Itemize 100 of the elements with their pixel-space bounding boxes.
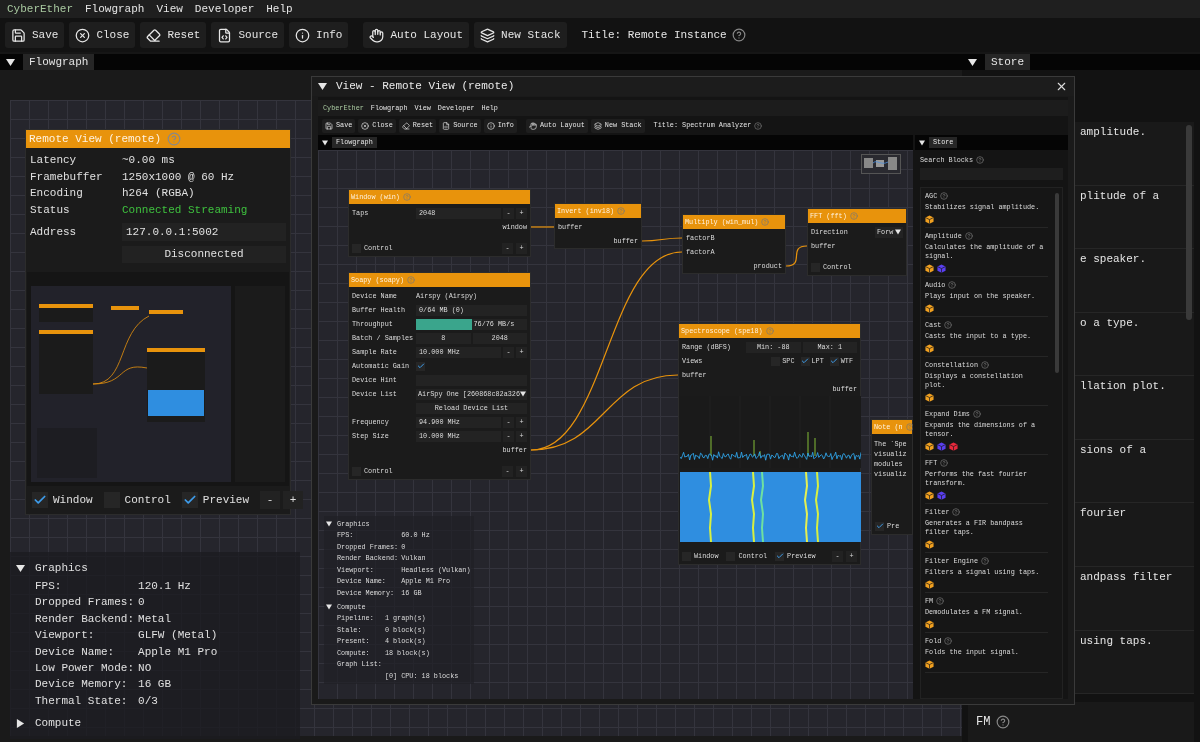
close-icon[interactable] <box>1055 80 1068 93</box>
help-icon[interactable] <box>940 192 949 200</box>
field-label: Encoding <box>30 186 84 201</box>
menu-item[interactable]: CyberEther <box>7 0 73 18</box>
block-description: andpass filter <box>1080 570 1173 586</box>
help-icon[interactable] <box>996 715 1011 730</box>
connection-wire <box>641 237 683 242</box>
collapse-triangle-icon[interactable] <box>6 57 15 67</box>
help-icon[interactable] <box>948 281 957 289</box>
collapse-triangle-icon[interactable] <box>318 82 327 91</box>
disconnect-button[interactable]: Disconnected <box>122 245 286 263</box>
stat-value: Apple M1 Pro <box>138 644 219 660</box>
section-title[interactable]: Compute <box>35 715 82 732</box>
info-icon <box>295 27 311 43</box>
panel-tab[interactable]: Flowgraph <box>23 53 95 71</box>
toolbar-button[interactable]: Source <box>211 22 285 48</box>
help-icon[interactable] <box>731 28 746 42</box>
checkbox[interactable] <box>775 551 785 561</box>
collapse-triangle-icon[interactable] <box>322 139 328 146</box>
block-description: e speaker. <box>1080 252 1146 268</box>
toolbar-button[interactable]: Reset <box>140 22 207 48</box>
connection-wire <box>530 226 555 228</box>
tree-toggle-icon[interactable] <box>326 521 332 527</box>
checkbox[interactable] <box>181 492 198 508</box>
help-icon[interactable] <box>976 156 985 164</box>
menu-item[interactable]: Flowgraph <box>85 0 145 18</box>
help-icon[interactable] <box>905 423 913 431</box>
checkbox[interactable] <box>800 356 810 366</box>
checkbox-label: Window <box>53 492 93 508</box>
block-description: fourier <box>1080 506 1127 522</box>
hand-icon <box>528 121 537 130</box>
stat-label: Render Backend: <box>35 611 135 627</box>
block-description: o a type. <box>1080 315 1140 331</box>
toolbar-button[interactable]: Auto Layout <box>363 22 470 48</box>
help-icon[interactable] <box>944 637 953 645</box>
help-icon[interactable] <box>936 597 945 605</box>
tree-toggle-icon[interactable] <box>326 604 332 610</box>
scrollbar-thumb[interactable] <box>1186 125 1192 320</box>
stat-label: Device Memory: <box>35 677 129 693</box>
toolbar-title: Title: Remote Instance <box>581 27 727 43</box>
save-icon <box>11 27 26 43</box>
checkbox[interactable] <box>829 356 839 366</box>
stepper-button[interactable]: - <box>260 491 281 509</box>
panel-tab[interactable]: Store <box>985 53 1030 71</box>
eraser-icon <box>146 27 162 43</box>
block-description: amplitude. <box>1080 125 1146 140</box>
field-value: 1250x1000 @ 60 Hz <box>122 169 235 185</box>
toolbar-button[interactable]: Close <box>69 22 136 48</box>
field-label: Address <box>30 224 78 240</box>
stat-label: Dropped Frames: <box>35 595 135 611</box>
collapse-triangle-icon[interactable] <box>919 139 925 146</box>
help-icon[interactable] <box>952 508 961 516</box>
node-title: Remote View (remote) <box>29 131 162 147</box>
help-icon[interactable] <box>940 459 949 467</box>
menu-item[interactable]: Help <box>266 0 293 18</box>
help-icon[interactable] <box>972 410 981 418</box>
stat-label: Thermal State: <box>35 693 129 709</box>
checkbox[interactable] <box>32 492 48 508</box>
field-label: Latency <box>30 153 78 168</box>
status-value: Connected Streaming <box>122 202 248 218</box>
block-description: llation plot. <box>1080 379 1166 395</box>
help-icon[interactable] <box>981 557 990 565</box>
field-value: ~0.00 ms <box>122 153 175 168</box>
tree-toggle-icon[interactable] <box>16 563 25 573</box>
checkbox[interactable] <box>416 361 425 371</box>
checkbox-label: Preview <box>202 492 250 508</box>
help-icon[interactable] <box>964 232 973 240</box>
field-label: Status <box>30 202 71 218</box>
stat-label: Viewport: <box>35 628 96 644</box>
layers-icon <box>480 27 496 43</box>
checkbox[interactable] <box>875 521 884 531</box>
toolbar-button[interactable]: Info <box>289 22 349 48</box>
address-field[interactable]: 127.0.0.1:5002 <box>122 223 286 241</box>
close-icon <box>75 27 91 43</box>
close-icon <box>361 121 370 130</box>
stat-value: 16 GB <box>138 677 173 693</box>
block-description: using taps. <box>1080 633 1153 649</box>
toolbar-button[interactable]: New Stack <box>474 22 567 48</box>
field-value: h264 (RGBA) <box>122 186 195 201</box>
stat-label: Low Power Mode: <box>35 661 135 677</box>
scrollbar-thumb[interactable] <box>1055 193 1059 373</box>
save-icon <box>325 121 333 130</box>
help-icon[interactable] <box>944 321 953 329</box>
block-name[interactable]: FM <box>976 713 991 732</box>
caret-icon <box>895 229 901 235</box>
tree-toggle-icon[interactable] <box>16 718 25 728</box>
menu-item[interactable]: View <box>156 0 183 18</box>
stat-value: GLFW (Metal) <box>138 628 219 644</box>
toolbar-button[interactable]: Save <box>5 22 65 48</box>
help-icon[interactable] <box>981 361 990 369</box>
collapse-triangle-icon[interactable] <box>968 57 977 67</box>
stepper-button[interactable]: + <box>283 491 304 509</box>
stat-value: 120.1 Hz <box>138 579 192 594</box>
stat-label: FPS: <box>35 579 63 594</box>
help-icon[interactable] <box>754 121 763 130</box>
section-title[interactable]: Graphics <box>35 559 88 577</box>
stat-value: 0/3 <box>138 693 159 709</box>
menu-item[interactable]: Developer <box>194 0 255 18</box>
stat-value: NO <box>138 661 153 677</box>
stat-label: Device Name: <box>35 644 116 660</box>
